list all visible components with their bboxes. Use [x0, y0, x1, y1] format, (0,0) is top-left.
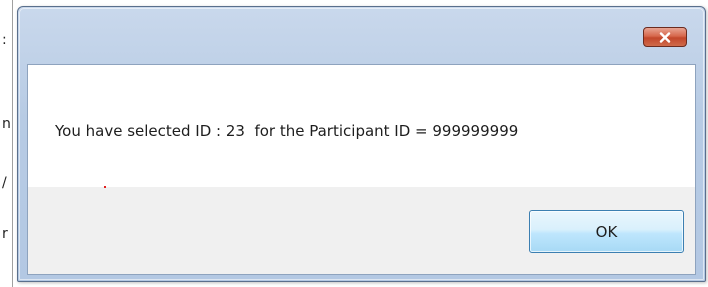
message-area: You have selected ID : 23 for the Partic…: [28, 65, 695, 188]
background-text-fragment: :: [2, 32, 7, 48]
background-text-fragment: n: [2, 116, 11, 132]
close-button[interactable]: [643, 27, 687, 47]
background-text-fragment: r: [2, 226, 8, 242]
message-dialog: You have selected ID : 23 for the Partic…: [17, 6, 706, 282]
ok-button[interactable]: OK: [529, 210, 684, 253]
background-window-border: [12, 0, 13, 287]
dialog-message: You have selected ID : 23 for the Partic…: [55, 122, 519, 140]
background-text-fragment: /: [2, 175, 7, 191]
dialog-titlebar[interactable]: [18, 7, 705, 63]
dialog-content: You have selected ID : 23 for the Partic…: [27, 64, 696, 275]
red-dot-artifact: [104, 186, 106, 188]
close-x-icon: [659, 31, 671, 43]
